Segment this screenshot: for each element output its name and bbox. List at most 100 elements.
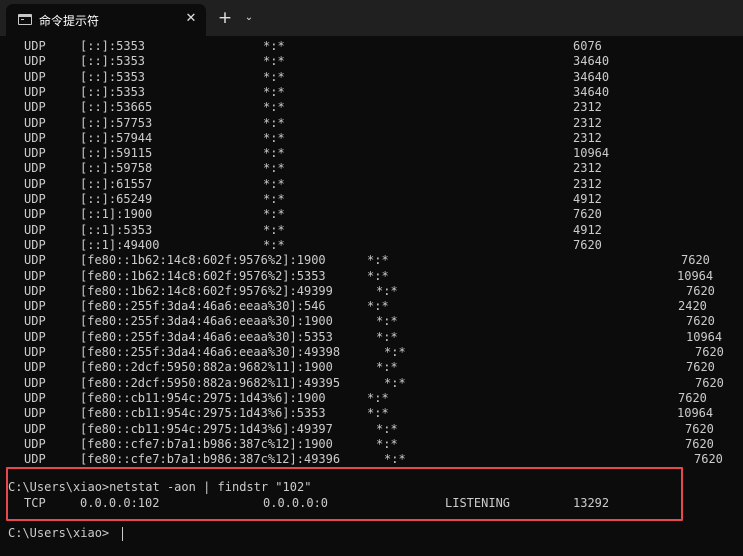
row-pid: 7620 [686,314,715,329]
row-proto: UDP [24,375,46,390]
row-local-address: [::]:59115 [80,146,153,161]
row-proto: UDP [24,345,46,359]
row-foreign-address: *:* [263,69,285,84]
chevron-down-icon[interactable]: ⌄ [241,10,257,26]
row-pid: 7620 [685,421,714,436]
row-proto: UDP [24,283,46,298]
tab-command-prompt[interactable]: 命令提示符 ✕ [6,4,206,36]
row-pid: 10964 [677,406,714,421]
row-local-address: [::]:5353 [80,39,146,53]
row-proto: UDP [24,299,46,314]
row-local-address: [fe80::1b62:14c8:602f:9576%2]:49399 [80,283,333,298]
row-proto: UDP [24,39,46,53]
row-local-address: [::]:61557 [80,176,153,191]
row-foreign-address: *:* [263,130,285,145]
row-proto: UDP [24,390,46,405]
row-proto: UDP [24,161,46,176]
row-proto: UDP [24,115,46,130]
row-pid: 7620 [678,390,707,405]
row-proto: UDP [24,237,46,252]
row-proto: UDP [24,406,46,421]
row-proto: UDP [24,253,46,268]
row-local-address: [::]:57753 [80,115,153,130]
row-local-address: [::]:65249 [80,192,153,206]
row-foreign-address: *:* [367,253,389,268]
row-foreign-address: *:* [384,452,406,467]
row-proto: UDP [24,207,46,222]
row-local-address: [::]:59758 [80,161,153,176]
row-proto: UDP [24,436,46,451]
row-proto: UDP [24,360,46,375]
prompt: C:\Users\xiao> [8,526,110,540]
row-pid: 2312 [573,130,602,145]
row-foreign-address: *:* [263,161,285,176]
terminal-window: 命令提示符 ✕ + ⌄ UDP [::]:5353 *:* 6076 UDP [::]:5… [0,0,743,556]
row-local-address: [fe80::255f:3da4:46a6:eeaa%30]:546 [80,299,326,314]
row-foreign-address: *:* [384,375,406,390]
row-pid: 2312 [573,161,602,176]
row-pid: 4912 [573,222,602,237]
row-local-address: [::1]:1900 [80,207,153,222]
row-pid: 7620 [695,345,724,359]
row-pid: 6076 [573,39,602,53]
row-foreign-address: *:* [376,283,398,298]
row-foreign-address: *:* [263,54,285,69]
row-foreign-address: *:* [376,421,398,436]
row-pid: 10964 [686,329,723,344]
row-pid: 7620 [694,452,723,467]
text-cursor [122,527,123,541]
row-pid: 10964 [573,146,610,161]
row-foreign-address: *:* [367,406,389,421]
row-pid: 2312 [573,100,602,115]
terminal-icon [18,14,32,25]
row-pid: 7620 [573,207,602,222]
highlight-box [6,467,683,521]
row-pid: 7620 [695,375,724,390]
row-pid: 34640 [573,54,610,69]
row-proto: UDP [24,176,46,191]
row-pid: 2312 [573,176,602,191]
row-proto: UDP [24,268,46,283]
row-local-address: [fe80::cb11:954c:2975:1d43%6]:49397 [80,421,333,436]
row-local-address: [::]:57944 [80,130,153,145]
row-pid: 34640 [573,84,610,99]
row-foreign-address: *:* [263,192,285,206]
row-local-address: [::]:5353 [80,69,146,84]
row-local-address: [fe80::cb11:954c:2975:1d43%6]:1900 [80,390,326,405]
new-tab-button[interactable]: + [216,9,234,27]
row-proto: UDP [24,222,46,237]
row-proto: UDP [24,69,46,84]
row-proto: UDP [24,84,46,99]
row-foreign-address: *:* [367,268,389,283]
row-proto: UDP [24,192,46,206]
row-local-address: [fe80::255f:3da4:46a6:eeaa%30]:49398 [80,345,341,359]
row-proto: UDP [24,421,46,436]
row-proto: UDP [24,314,46,329]
row-foreign-address: *:* [263,222,285,237]
tab-title: 命令提示符 [39,14,100,28]
row-proto: UDP [24,146,46,161]
row-pid: 34640 [573,69,610,84]
row-foreign-address: *:* [376,360,398,375]
row-pid: 7620 [686,283,715,298]
row-local-address: [::]:53665 [80,100,153,115]
row-foreign-address: *:* [263,237,285,252]
row-foreign-address: *:* [263,39,285,53]
row-local-address: [fe80::cb11:954c:2975:1d43%6]:5353 [80,406,326,421]
row-foreign-address: *:* [367,390,389,405]
row-foreign-address: *:* [376,436,398,451]
row-pid: 7620 [685,436,714,451]
row-foreign-address: *:* [263,100,285,115]
row-local-address: [fe80::255f:3da4:46a6:eeaa%30]:5353 [80,329,333,344]
row-pid: 10964 [677,268,714,283]
row-pid: 7620 [686,360,715,375]
row-foreign-address: *:* [263,176,285,191]
row-local-address: [fe80::2dcf:5950:882a:9682%11]:1900 [80,360,333,375]
row-proto: UDP [24,54,46,69]
row-foreign-address: *:* [263,115,285,130]
row-local-address: [fe80::255f:3da4:46a6:eeaa%30]:1900 [80,314,333,329]
close-icon[interactable]: ✕ [183,10,199,28]
title-bar: 命令提示符 ✕ + ⌄ [0,0,743,36]
row-foreign-address: *:* [376,314,398,329]
row-pid: 4912 [573,192,602,206]
